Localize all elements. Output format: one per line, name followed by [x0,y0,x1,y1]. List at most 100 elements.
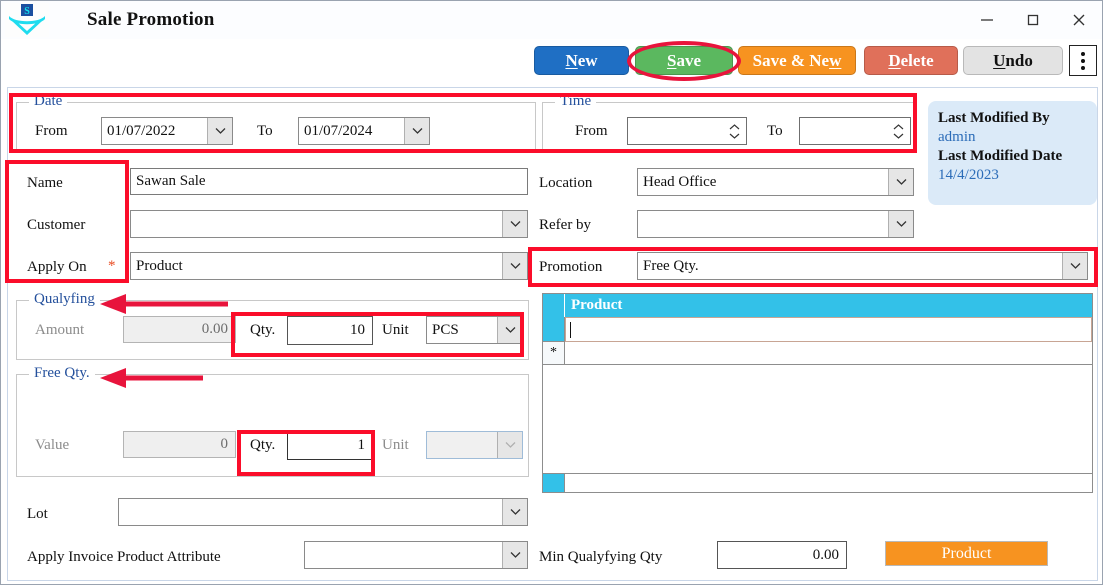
date-group: Date From 01/07/2022 To 01/07/2024 [16,93,536,152]
free-qty-unit-label: Unit [382,437,409,453]
free-qty-unit-select [426,431,523,459]
grid-status-fill [565,474,1092,492]
spinner-icon[interactable] [889,118,910,144]
save-accel: S [666,50,677,70]
min-qualifying-qty-input[interactable]: 0.00 [717,541,847,569]
qualifying-group-legend: Qualyfing [29,291,100,308]
undo-accel: U [993,50,1006,70]
close-icon[interactable] [1056,1,1102,39]
qualifying-unit-label: Unit [382,322,409,338]
product-button[interactable]: Product [885,541,1048,566]
save-new-accel: w [829,50,842,70]
vertical-ellipsis-icon[interactable] [1069,45,1097,76]
name-label: Name [27,175,63,191]
grid-status-indicator [543,474,565,492]
chevron-down-icon[interactable] [502,211,527,237]
time-to-input[interactable] [799,117,911,145]
lot-select[interactable] [118,498,528,526]
refer-by-label: Refer by [539,217,592,233]
table-new-row[interactable]: * [543,342,1092,365]
promotion-select[interactable]: Free Qty. [637,252,1088,280]
qualifying-qty-label: Qty. [250,322,276,338]
text-caret [570,321,571,338]
last-modified-date-label: Last Modified Date [938,148,1063,164]
free-qty-qty-input[interactable]: 1 [287,431,373,460]
time-from-label: From [575,123,608,139]
name-input[interactable]: Sawan Sale [130,168,528,195]
free-qty-qty-label: Qty. [250,437,276,453]
spinner-icon[interactable] [725,118,746,144]
chevron-down-icon[interactable] [888,211,913,237]
apply-on-label: Apply On [27,259,87,275]
svg-text:S: S [24,6,30,17]
chevron-down-icon[interactable] [502,253,527,279]
page-title: Sale Promotion [87,9,215,30]
date-from-label: From [35,123,68,139]
free-qty-value-label: Value [35,437,70,453]
app-logo-icon: S [5,3,49,37]
form-panel: Date From 01/07/2022 To 01/07/2024 Time … [7,87,1098,581]
time-group-legend: Time [555,93,597,110]
apply-invoice-product-attribute-select[interactable] [304,541,528,569]
title-bar: S Sale Promotion [1,1,1102,39]
product-grid-header: Product [543,294,1092,317]
grid-corner-cell [543,294,565,317]
maximize-icon[interactable] [1010,1,1056,39]
chevron-down-icon[interactable] [888,169,913,195]
date-group-legend: Date [29,93,68,110]
apply-on-select[interactable]: Product [130,252,528,280]
customer-select[interactable] [130,210,528,238]
sale-promotion-window: S Sale Promotion New Save Save & New Del… [0,0,1103,585]
time-from-input[interactable] [627,117,747,145]
new-accel: N [565,50,578,70]
chevron-down-icon[interactable] [502,542,527,568]
qualifying-unit-select[interactable]: PCS [426,316,523,344]
date-to-label: To [257,123,273,139]
apply-on-required-marker: * [108,258,116,274]
date-to-input[interactable]: 01/07/2024 [298,117,430,145]
save-and-new-button[interactable]: Save & New [738,46,856,75]
chevron-down-icon[interactable] [1062,253,1087,279]
free-qty-group: Free Qty. Value 0 Qty. 1 Unit [16,365,529,477]
last-modified-by-value: admin [938,129,976,145]
product-cell-new[interactable] [565,342,1092,365]
last-modified-date-value: 14/4/2023 [938,167,999,183]
new-row-marker[interactable]: * [543,342,565,365]
chevron-down-icon[interactable] [404,118,429,144]
product-grid[interactable]: Product * [542,293,1093,493]
location-label: Location [539,175,593,191]
location-select[interactable]: Head Office [637,168,914,196]
delete-accel: D [888,50,901,70]
chevron-down-icon [497,432,522,458]
promotion-label: Promotion [539,259,603,275]
row-selector[interactable] [543,317,565,342]
lot-label: Lot [27,506,48,522]
undo-button[interactable]: Undo [963,46,1063,75]
qualifying-amount-input: 0.00 [123,316,236,343]
time-group: Time From To [542,93,917,152]
time-to-label: To [767,123,783,139]
apply-invoice-product-attribute-label: Apply Invoice Product Attribute [27,549,221,565]
chevron-down-icon[interactable] [207,118,232,144]
refer-by-select[interactable] [637,210,914,238]
free-qty-group-legend: Free Qty. [29,365,95,382]
grid-status-bar [543,473,1092,492]
table-row[interactable] [543,317,1092,342]
save-button[interactable]: Save [635,46,733,75]
delete-button[interactable]: Delete [864,46,958,75]
free-qty-value-input: 0 [123,431,236,458]
qualifying-qty-input[interactable]: 10 [287,316,373,345]
min-qualifying-qty-label: Min Qualyfying Qty [539,549,663,565]
new-button[interactable]: New [534,46,629,75]
date-from-input[interactable]: 01/07/2022 [101,117,233,145]
product-cell[interactable] [565,317,1092,342]
chevron-down-icon[interactable] [502,499,527,525]
customer-label: Customer [27,217,86,233]
last-modified-by-label: Last Modified By [938,110,1050,126]
last-modified-panel: Last Modified By admin Last Modified Dat… [928,101,1097,205]
qualifying-group: Qualyfing Amount 0.00 Qty. 10 Unit PCS [16,291,529,360]
minimize-icon[interactable] [964,1,1010,39]
qualifying-amount-label: Amount [35,322,85,338]
product-column-header[interactable]: Product [565,294,1092,317]
chevron-down-icon[interactable] [497,317,522,343]
